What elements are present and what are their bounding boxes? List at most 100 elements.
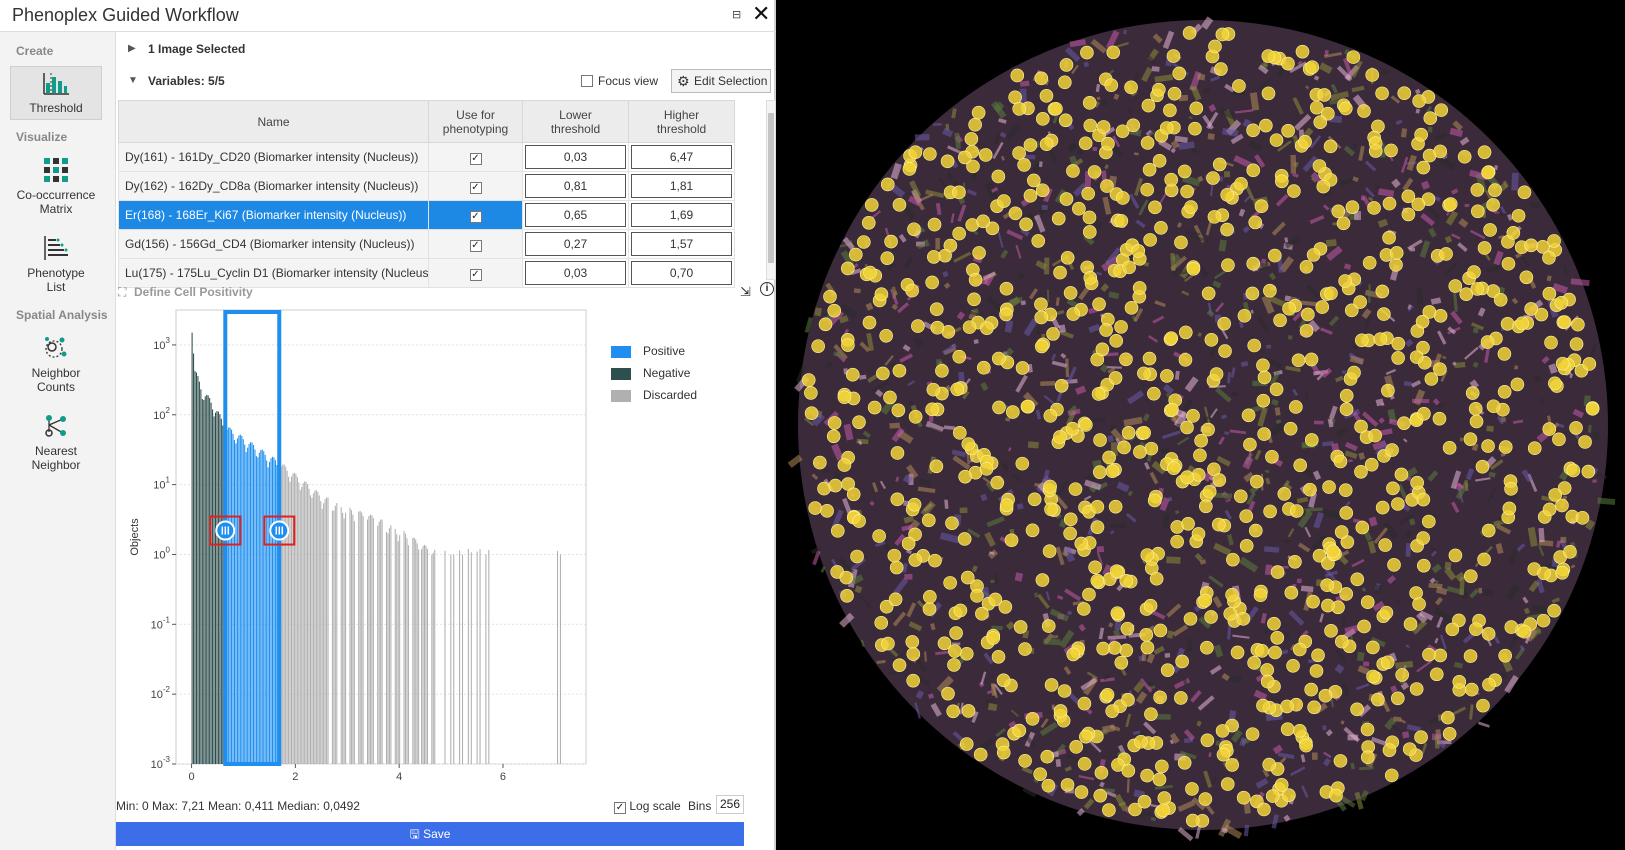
- positive-cell-marker: [1307, 700, 1321, 715]
- tissue-texture: [1560, 536, 1567, 543]
- positive-cell-marker: [996, 673, 1011, 688]
- positive-cell-marker: [1379, 605, 1394, 620]
- tissue-texture: [1363, 661, 1370, 667]
- sidebar-item-neighbor-counts[interactable]: Neighbor Counts: [10, 330, 102, 396]
- histogram-bar: [216, 411, 218, 764]
- positive-cell-marker: [879, 328, 893, 343]
- positive-cell-marker: [1304, 433, 1319, 447]
- edit-selection-button[interactable]: ⚙ Edit Selection: [671, 69, 771, 93]
- sidebar-item-cooccurrence[interactable]: Co-occurrence Matrix: [10, 152, 102, 218]
- table-scrollbar[interactable]: [766, 100, 776, 280]
- positive-cell-marker: [1013, 620, 1028, 634]
- positive-cell-marker: [1220, 222, 1234, 237]
- use-for-phenotyping-checkbox[interactable]: ✓: [428, 200, 523, 230]
- images-section-header[interactable]: ▶ 1 Image Selected: [116, 34, 776, 64]
- variable-name[interactable]: Dy(162) - 162Dy_CD8a (Biomarker intensit…: [118, 171, 429, 201]
- higher-threshold-input[interactable]: 1,57: [631, 232, 732, 256]
- positive-cell-marker: [1191, 527, 1206, 541]
- positive-cell-marker: [1422, 647, 1436, 662]
- positive-cell-marker: [1245, 727, 1260, 741]
- higher-threshold-input[interactable]: 0,70: [631, 261, 732, 285]
- table-row[interactable]: Er(168) - 168Er_Ki67 (Biomarker intensit…: [118, 200, 767, 230]
- positive-cell-marker: [996, 745, 1011, 760]
- positive-cell-marker: [862, 315, 877, 330]
- use-for-phenotyping-checkbox[interactable]: ✓: [428, 171, 523, 201]
- positive-cell-marker: [1510, 377, 1525, 392]
- positive-cell-marker: [818, 317, 833, 332]
- higher-threshold-input[interactable]: 1,81: [631, 174, 732, 198]
- sidebar-item-phenotype-list[interactable]: Phenotype List: [10, 230, 102, 296]
- lower-threshold-input[interactable]: 0,03: [525, 261, 626, 285]
- save-button[interactable]: 🖫 Save: [116, 822, 744, 846]
- histogram-bar: [422, 546, 424, 764]
- positive-cell-marker: [1389, 246, 1404, 260]
- legend-label: Positive: [643, 344, 686, 358]
- higher-threshold-cell: 1,69: [628, 200, 735, 230]
- expand-icon[interactable]: ⇲: [740, 284, 751, 300]
- positive-cell-marker: [1012, 146, 1026, 160]
- variable-name[interactable]: Gd(156) - 156Gd_CD4 (Biomarker intensity…: [118, 229, 429, 259]
- positive-cell-marker: [1470, 282, 1485, 296]
- lower-threshold-input[interactable]: 0,65: [525, 203, 626, 227]
- checkbox-box: ✓: [469, 181, 482, 194]
- variable-name[interactable]: Er(168) - 168Er_Ki67 (Biomarker intensit…: [118, 200, 429, 230]
- positive-cell-marker: [1368, 144, 1383, 158]
- lower-threshold-input[interactable]: 0,27: [525, 232, 626, 256]
- histogram-bar: [362, 516, 364, 764]
- tissue-texture: [1444, 561, 1452, 570]
- positive-cell-marker: [1569, 337, 1584, 351]
- lower-threshold-input[interactable]: 0,81: [525, 174, 626, 198]
- bins-input[interactable]: 256: [716, 795, 744, 814]
- sidebar-item-nearest-neighbor[interactable]: Nearest Neighbor: [10, 408, 102, 474]
- log-scale-checkbox[interactable]: ✓ Log scale: [614, 799, 681, 814]
- positive-cell-marker: [1077, 757, 1092, 771]
- positive-cell-marker: [1152, 154, 1167, 168]
- tissue-texture: [1164, 652, 1171, 658]
- higher-threshold-input[interactable]: 6,47: [631, 145, 732, 169]
- use-for-phenotyping-checkbox[interactable]: ✓: [428, 258, 523, 288]
- positive-cell-marker: [1186, 261, 1201, 276]
- positive-cell-marker: [890, 492, 905, 507]
- variable-name[interactable]: Lu(175) - 175Lu_Cyclin D1 (Biomarker int…: [118, 258, 429, 288]
- positive-cell-marker: [1439, 247, 1453, 261]
- histogram-bar: [323, 503, 325, 764]
- histogram-bar: [263, 451, 265, 764]
- col-header-higher[interactable]: Higher threshold: [628, 100, 735, 143]
- info-icon[interactable]: i: [760, 282, 774, 296]
- scrollbar-thumb[interactable]: [768, 113, 774, 263]
- table-row[interactable]: Dy(162) - 162Dy_CD8a (Biomarker intensit…: [118, 171, 767, 201]
- positive-cell-marker: [820, 504, 834, 518]
- col-header-name[interactable]: Name: [118, 100, 429, 143]
- higher-threshold-cell: 1,57: [628, 229, 735, 259]
- positive-cell-marker: [1039, 137, 1054, 152]
- positive-cell-marker: [828, 478, 843, 493]
- pin-icon[interactable]: ⊟: [732, 8, 741, 21]
- table-row[interactable]: Lu(175) - 175Lu_Cyclin D1 (Biomarker int…: [118, 258, 767, 288]
- table-row[interactable]: Gd(156) - 156Gd_CD4 (Biomarker intensity…: [118, 229, 767, 259]
- positive-cell-marker: [1299, 323, 1314, 338]
- positive-cell-marker: [1189, 101, 1204, 116]
- microscopy-image-view[interactable]: [778, 0, 1625, 850]
- variable-name[interactable]: Dy(161) - 161Dy_CD20 (Biomarker intensit…: [118, 142, 429, 172]
- col-header-lower[interactable]: Lower threshold: [522, 100, 629, 143]
- positive-cell-marker: [1177, 755, 1192, 770]
- focus-view-checkbox[interactable]: Focus view: [581, 74, 658, 88]
- col-header-use[interactable]: Use for phenotyping: [428, 100, 523, 143]
- positive-cell-marker: [1100, 687, 1115, 702]
- close-icon[interactable]: ✕: [752, 1, 770, 27]
- positive-cell-marker: [975, 606, 989, 621]
- positive-cell-marker: [925, 402, 939, 417]
- use-for-phenotyping-checkbox[interactable]: ✓: [428, 229, 523, 259]
- use-for-phenotyping-checkbox[interactable]: ✓: [428, 142, 523, 172]
- higher-threshold-input[interactable]: 1,69: [631, 203, 732, 227]
- lower-threshold-input[interactable]: 0,03: [525, 145, 626, 169]
- positive-cell-marker: [1079, 729, 1093, 744]
- table-row[interactable]: Dy(161) - 161Dy_CD20 (Biomarker intensit…: [118, 142, 767, 172]
- sidebar-item-threshold[interactable]: Threshold: [10, 66, 102, 120]
- positive-cell-marker: [1036, 112, 1050, 126]
- chevron-down-icon[interactable]: ▼: [128, 75, 138, 86]
- y-tick-label: 10-2: [151, 685, 171, 701]
- lower-threshold-cell: 0,03: [522, 258, 629, 288]
- positive-cell-marker: [1090, 573, 1105, 588]
- tissue-texture: [1311, 752, 1318, 760]
